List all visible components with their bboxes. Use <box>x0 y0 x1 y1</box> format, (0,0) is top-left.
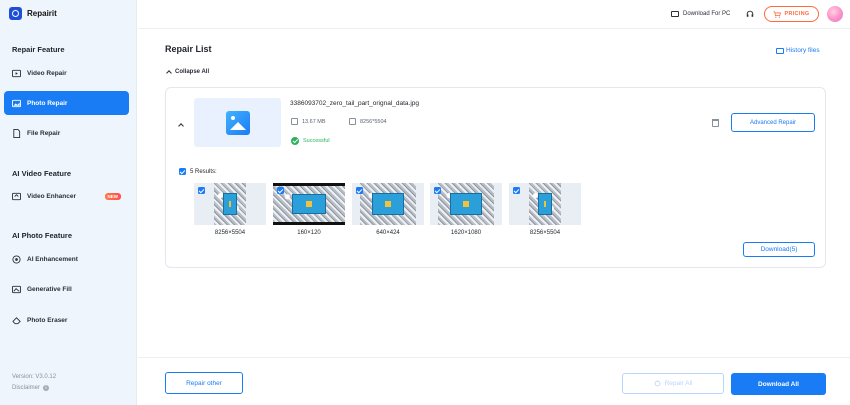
sidebar: Repairit Repair Feature Video Repair Pho… <box>0 0 137 405</box>
sign-image <box>292 194 326 214</box>
sidebar-item-label: Photo Repair <box>27 99 68 107</box>
sign-image <box>450 193 482 215</box>
trash-icon[interactable] <box>712 119 719 127</box>
file-dimensions: 8256*5504 <box>349 118 387 125</box>
result-thumbnail[interactable] <box>430 183 502 225</box>
disclaimer-label: Disclaimer <box>12 385 41 391</box>
info-icon: i <box>43 385 50 391</box>
video-icon <box>12 69 21 77</box>
result-resolution: 160×120 <box>297 230 321 236</box>
headset-icon[interactable] <box>746 10 754 18</box>
generative-fill-icon <box>12 285 21 293</box>
file-size: 13.67 MB <box>291 118 326 125</box>
check-circle-icon <box>291 137 299 145</box>
app-name: Repairit <box>27 9 57 18</box>
file-size-value: 13.67 MB <box>302 118 326 125</box>
result-thumbnail[interactable] <box>273 183 345 225</box>
repair-item-card: 3386093702_zero_tail_part_orignal_data.j… <box>165 87 826 268</box>
pricing-button[interactable]: PRICING <box>764 6 819 22</box>
file-size-icon <box>291 118 298 125</box>
file-dimensions-value: 8256*5504 <box>360 118 387 125</box>
new-badge: NEW <box>104 192 121 200</box>
monitor-icon <box>671 11 679 17</box>
sign-image <box>538 193 552 215</box>
sidebar-item-label: AI Enhancement <box>27 255 78 263</box>
dimensions-icon <box>349 118 356 125</box>
repair-icon <box>654 380 660 387</box>
file-thumbnail <box>194 98 281 147</box>
avatar[interactable] <box>827 6 843 22</box>
advanced-repair-button[interactable]: Advanced Repair <box>731 113 815 132</box>
repairit-logo-icon <box>9 7 22 20</box>
folder-icon <box>776 47 784 54</box>
collapse-all-toggle[interactable]: Collapse All <box>166 69 210 76</box>
repair-all-label: Repair All <box>664 380 693 387</box>
video-enhancer-icon <box>12 192 21 200</box>
status-badge: Successful <box>291 137 330 145</box>
page-title: Repair List <box>165 44 212 54</box>
history-files-label: History files <box>786 47 820 54</box>
disclaimer-link[interactable]: Disclaimer i <box>12 385 50 391</box>
sidebar-item-video-repair[interactable]: Video Repair <box>4 61 129 85</box>
result-checkbox[interactable] <box>513 187 520 194</box>
section-title-ai-photo: AI Photo Feature <box>12 231 73 240</box>
result-item[interactable]: 1620×1080 <box>430 183 502 236</box>
sidebar-item-photo-eraser[interactable]: Photo Eraser <box>4 308 129 332</box>
cart-icon <box>773 10 782 18</box>
download-for-pc-link[interactable]: Download For PC <box>671 11 730 17</box>
sidebar-item-video-enhancer[interactable]: Video Enhancer NEW <box>4 184 129 208</box>
results-select-all[interactable]: 5 Results: <box>179 168 217 175</box>
sign-image <box>372 193 404 215</box>
chevron-up-icon[interactable] <box>178 123 184 129</box>
download-all-button[interactable]: Download All <box>731 373 826 395</box>
status-text: Successful <box>303 138 330 144</box>
sidebar-item-label: File Repair <box>27 129 61 137</box>
version-label: Version: V3.0.12 <box>12 374 57 380</box>
result-item[interactable]: 640×424 <box>352 183 424 236</box>
photo-icon <box>12 99 21 107</box>
sidebar-item-file-repair[interactable]: File Repair <box>4 121 129 145</box>
collapse-all-label: Collapse All <box>175 69 210 75</box>
chevron-up-icon <box>166 70 172 76</box>
sidebar-item-generative-fill[interactable]: Generative Fill <box>4 277 129 301</box>
file-name: 3386093702_zero_tail_part_orignal_data.j… <box>290 100 420 107</box>
sidebar-item-label: Generative Fill <box>27 285 72 293</box>
result-resolution: 640×424 <box>376 230 400 236</box>
result-checkbox[interactable] <box>198 187 205 194</box>
image-icon <box>225 110 250 135</box>
sidebar-item-photo-repair[interactable]: Photo Repair <box>4 91 129 115</box>
result-checkbox[interactable] <box>434 187 441 194</box>
result-thumbnail[interactable] <box>509 183 581 225</box>
download-results-button[interactable]: Download(5) <box>743 242 815 257</box>
result-resolution: 8256×5504 <box>214 230 246 236</box>
result-item[interactable]: 8256×5504 <box>194 183 266 236</box>
result-checkbox[interactable] <box>277 187 284 194</box>
sign-image <box>223 193 237 215</box>
result-item[interactable]: 8256×5504 <box>509 183 581 236</box>
result-thumbnail[interactable] <box>194 183 266 225</box>
results-count: 5 Results: <box>190 168 217 175</box>
sidebar-item-label: Video Enhancer <box>27 192 77 200</box>
history-files-link[interactable]: History files <box>776 47 820 54</box>
file-icon <box>12 128 21 138</box>
result-checkbox[interactable] <box>356 187 363 194</box>
pricing-label: PRICING <box>784 11 810 17</box>
top-bar <box>138 0 850 29</box>
section-title-ai-video: AI Video Feature <box>12 169 72 178</box>
result-resolution: 1620×1080 <box>450 230 482 236</box>
sidebar-item-ai-enhancement[interactable]: AI Enhancement <box>4 247 129 271</box>
repair-other-button[interactable]: Repair other <box>165 372 243 394</box>
repair-all-button[interactable]: Repair All <box>622 373 724 394</box>
sidebar-item-label: Video Repair <box>27 69 67 77</box>
ai-enhancement-icon <box>12 254 21 264</box>
result-item[interactable]: 160×120 <box>273 183 345 236</box>
sidebar-item-label: Photo Eraser <box>27 316 68 324</box>
app-logo[interactable]: Repairit <box>9 7 57 20</box>
section-title-repair: Repair Feature <box>12 45 65 54</box>
download-for-pc-label: Download For PC <box>683 11 731 17</box>
select-all-checkbox[interactable] <box>179 168 186 175</box>
result-thumbnail[interactable] <box>352 183 424 225</box>
eraser-icon <box>12 316 21 324</box>
result-resolution: 8256×5504 <box>529 230 561 236</box>
